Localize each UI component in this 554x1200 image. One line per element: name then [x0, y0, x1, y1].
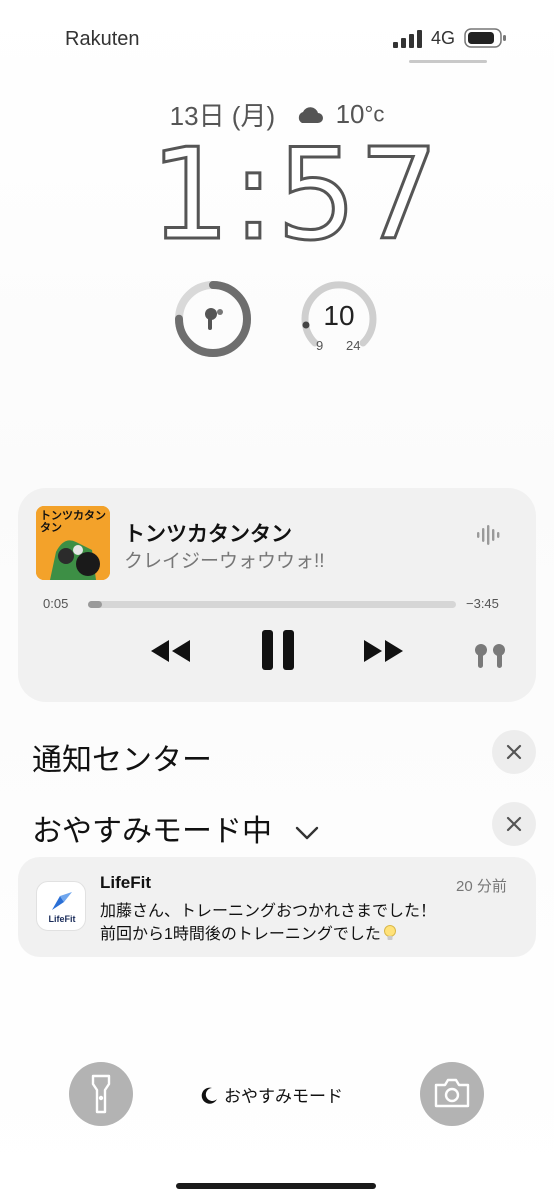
clock-time: 1:57: [149, 121, 441, 268]
signal-icon: [393, 30, 422, 48]
close-icon: [506, 744, 522, 760]
airpods-battery-widget[interactable]: [172, 278, 254, 360]
lifefit-logo-text: LifeFit: [48, 914, 76, 924]
pause-button[interactable]: [258, 626, 298, 674]
moon-icon: [201, 1087, 217, 1104]
playback-progress: [88, 601, 103, 608]
close-icon: [506, 816, 522, 832]
artwork-title: トンツカタンタン: [40, 510, 106, 534]
control-center-grabber[interactable]: [409, 60, 487, 63]
lifefit-app-icon: LifeFit: [36, 881, 86, 931]
weather-high-temp: 24: [346, 338, 361, 353]
remaining-time: −3:45: [466, 596, 499, 611]
home-indicator[interactable]: [176, 1183, 376, 1189]
notification-time: 20 分前: [456, 878, 507, 895]
lifefit-logo: [52, 892, 72, 910]
elapsed-time: 0:05: [43, 596, 69, 611]
weather-current-temp: 10: [323, 300, 355, 331]
focus-mode-header[interactable]: おやすみモード中: [32, 806, 320, 850]
notification-center-title: 通知センター: [32, 744, 212, 777]
bulb-icon: [383, 925, 396, 940]
focus-mode-title: おやすみモード中: [32, 815, 272, 848]
airpods-output-icon[interactable]: [470, 642, 510, 672]
flashlight-button[interactable]: [69, 1062, 133, 1126]
clear-focus-notifications-button[interactable]: [492, 802, 536, 846]
notification-card[interactable]: LifeFit LifeFit 20 分前 加藤さん、トレーニングおつかれさまで…: [18, 857, 536, 957]
weather-range-widget[interactable]: 10 9 24: [298, 278, 380, 360]
chevron-down-icon[interactable]: [294, 824, 320, 842]
notification-body-line2: 前回から1時間後のトレーニングでした: [100, 920, 397, 944]
notification-app-name: LifeFit: [100, 873, 151, 892]
carrier-label: Rakuten: [65, 28, 140, 50]
rewind-button[interactable]: [146, 632, 194, 670]
airpod-icon: [205, 308, 223, 330]
weather-low-temp: 9: [316, 338, 324, 353]
status-bar: Rakuten 4G: [0, 0, 554, 80]
camera-icon: [434, 1078, 470, 1108]
focus-mode-indicator[interactable]: おやすみモード: [200, 1082, 343, 1107]
forward-button[interactable]: [360, 632, 408, 670]
notification-body-line2-text: 前回から1時間後のトレーニングでした: [100, 926, 381, 943]
focus-mode-label: おやすみモード: [224, 1087, 343, 1106]
track-artist: クレイジーウォウウォ!!: [124, 551, 325, 572]
notification-body-line1: 加藤さん、トレーニングおつかれさまでした！: [100, 903, 437, 920]
network-type: 4G: [431, 28, 456, 48]
battery-icon: [464, 28, 506, 48]
camera-button[interactable]: [420, 1062, 484, 1126]
now-playing-card[interactable]: トンツカタンタン トンツカタンタン クレイジーウォウウォ!! 0:05 −3:4…: [18, 488, 536, 702]
album-artwork[interactable]: トンツカタンタン: [36, 506, 110, 580]
lock-clock: 1:57: [149, 121, 441, 268]
flashlight-icon: [91, 1074, 111, 1114]
waveform-icon: [477, 525, 500, 545]
playback-scrubber[interactable]: [88, 601, 456, 608]
clear-notification-center-button[interactable]: [492, 730, 536, 774]
track-title: トンツカタンタン: [124, 523, 292, 546]
